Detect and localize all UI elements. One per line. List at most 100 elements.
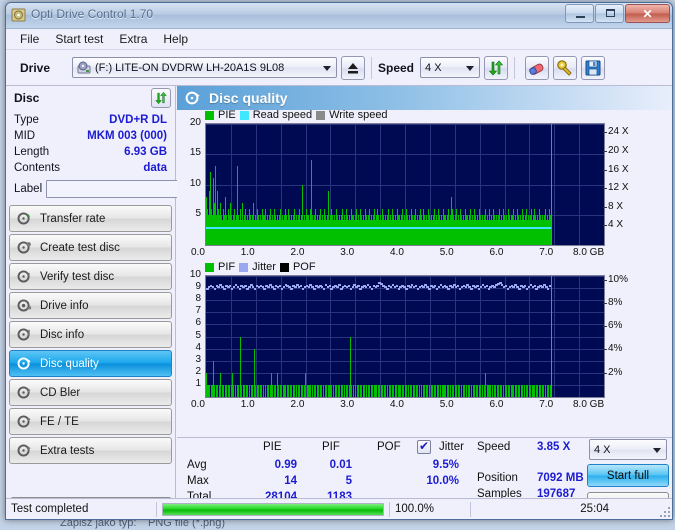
sidebar-item-disc-info[interactable]: Disc info	[9, 321, 172, 348]
sidebar-item-verify-test-disc[interactable]: Verify test disc	[9, 263, 172, 290]
save-button[interactable]	[581, 55, 606, 80]
x-axis-tick: 1.0	[240, 247, 255, 258]
disc-info-row-mid: MID MKM 003 (000)	[14, 128, 167, 144]
data-bar	[336, 384, 338, 397]
eject-icon	[348, 62, 358, 73]
jitter-point	[493, 286, 496, 289]
grid-line	[206, 276, 604, 277]
data-bar	[498, 384, 500, 397]
sidebar-item-label: FE / TE	[40, 415, 79, 428]
eject-button[interactable]	[341, 55, 365, 80]
speed-select-value: 4 X	[425, 61, 442, 74]
start-full-label: Start full	[606, 469, 650, 482]
data-bar	[265, 384, 267, 397]
jitter-point	[238, 287, 242, 290]
status-elapsed: 25:04	[580, 503, 609, 515]
disc-quality-icon	[185, 91, 200, 105]
toolbar-separator	[514, 56, 516, 79]
data-bar	[274, 384, 276, 397]
jitter-checkbox[interactable]	[417, 439, 431, 454]
y2-axis-tick: 4%	[608, 343, 623, 355]
data-bar	[448, 384, 450, 397]
data-bar	[272, 384, 274, 397]
menu-item-file[interactable]: File	[12, 30, 47, 48]
minimize-button[interactable]	[565, 4, 594, 23]
jitter-point	[451, 286, 454, 289]
main-body: Disc Type DVD+R DL MID MKM 003 (000) Len…	[6, 86, 672, 519]
y-axis-tick: 9	[195, 281, 201, 293]
y-axis-tick: 10	[189, 269, 201, 280]
data-bar	[481, 384, 483, 397]
stats-col-pof: POF	[377, 441, 401, 453]
sidebar-item-disc-quality[interactable]: Disc quality	[9, 350, 172, 377]
sidebar-item-create-test-disc[interactable]: Create test disc	[9, 234, 172, 261]
sidebar-item-transfer-rate[interactable]: Transfer rate	[9, 205, 172, 232]
disc-length-value: 6.93 GB	[124, 146, 167, 158]
disc-contents-label: Contents	[14, 162, 61, 174]
sidebar-item-label: Verify test disc	[40, 270, 115, 283]
disc-refresh-button[interactable]	[151, 88, 171, 108]
data-bar	[511, 384, 513, 397]
scan-end-marker	[550, 276, 552, 397]
close-button[interactable]: ✕	[625, 4, 670, 23]
data-bar	[226, 384, 228, 397]
disc-type-value: DVD+R DL	[109, 114, 167, 126]
y2-axis-tick: 8%	[608, 296, 623, 308]
data-bar	[463, 384, 465, 397]
y2-axis-tickmark	[603, 225, 607, 227]
jitter-point	[464, 286, 468, 289]
stats-jitter-max: 10.0%	[426, 475, 459, 487]
sidebar-item-drive-info[interactable]: Drive info	[9, 292, 172, 319]
data-bar	[339, 384, 341, 397]
menu-item-extra[interactable]: Extra	[111, 30, 155, 48]
x-axis-tick: 1.0	[240, 399, 255, 410]
start-full-button[interactable]: Start full	[587, 464, 669, 487]
settings-button[interactable]	[553, 55, 578, 80]
settings-icon	[557, 59, 572, 76]
y-axis-tick: 15	[189, 147, 201, 159]
sidebar-item-extra-tests[interactable]: Extra tests	[9, 437, 172, 464]
data-bar	[490, 384, 492, 397]
stats-row-avg: Avg	[187, 459, 207, 471]
jitter-point	[213, 287, 217, 290]
menu-item-help[interactable]: Help	[155, 30, 196, 48]
sidebar-item-label: Drive info	[40, 299, 89, 312]
data-bar	[296, 384, 298, 397]
y2-axis-tickmark	[603, 169, 607, 171]
disc-info-list: Type DVD+R DL MID MKM 003 (000) Length 6…	[6, 110, 254, 199]
maximize-button[interactable]	[595, 4, 624, 23]
jitter-point	[307, 286, 310, 289]
data-bar	[346, 384, 348, 397]
erase-button[interactable]	[525, 55, 550, 80]
jitter-point	[541, 286, 544, 289]
grid-line	[206, 300, 604, 302]
data-bar	[442, 384, 444, 397]
chevron-down-icon	[323, 66, 331, 71]
data-bar	[325, 384, 327, 397]
y2-axis-tick: 10%	[608, 273, 629, 285]
jitter-point	[479, 286, 483, 289]
stats-position-label: Position	[477, 472, 518, 484]
y2-axis-tick: 20 X	[608, 144, 629, 156]
grid-line	[206, 184, 604, 186]
x-axis-tick: 0.0	[191, 399, 205, 410]
jitter-point	[470, 287, 473, 290]
menu-item-start-test[interactable]: Start test	[47, 30, 111, 48]
sidebar-item-cd-bler[interactable]: CD Bler	[9, 379, 172, 406]
data-bar	[263, 384, 265, 397]
test-speed-select[interactable]: 4 X	[589, 439, 667, 460]
pie-chart-plot[interactable]	[205, 123, 605, 246]
refresh-icon	[155, 91, 167, 105]
jitter-point	[389, 286, 393, 289]
sidebar-item-fe-te[interactable]: FE / TE	[9, 408, 172, 435]
drive-select[interactable]: (F:) LITE-ON DVDRW LH-20A1S 9L08	[72, 57, 337, 78]
pif-chart-plot[interactable]	[205, 275, 605, 398]
refresh-button[interactable]	[484, 55, 509, 80]
data-bar	[257, 384, 259, 397]
jitter-point	[409, 286, 412, 289]
resize-grip[interactable]	[658, 505, 670, 517]
disc-contents-value: data	[143, 162, 167, 174]
speed-select[interactable]: 4 X	[420, 57, 481, 78]
legend-label: PIF	[218, 261, 236, 273]
y2-axis-tick: 24 X	[608, 126, 629, 138]
